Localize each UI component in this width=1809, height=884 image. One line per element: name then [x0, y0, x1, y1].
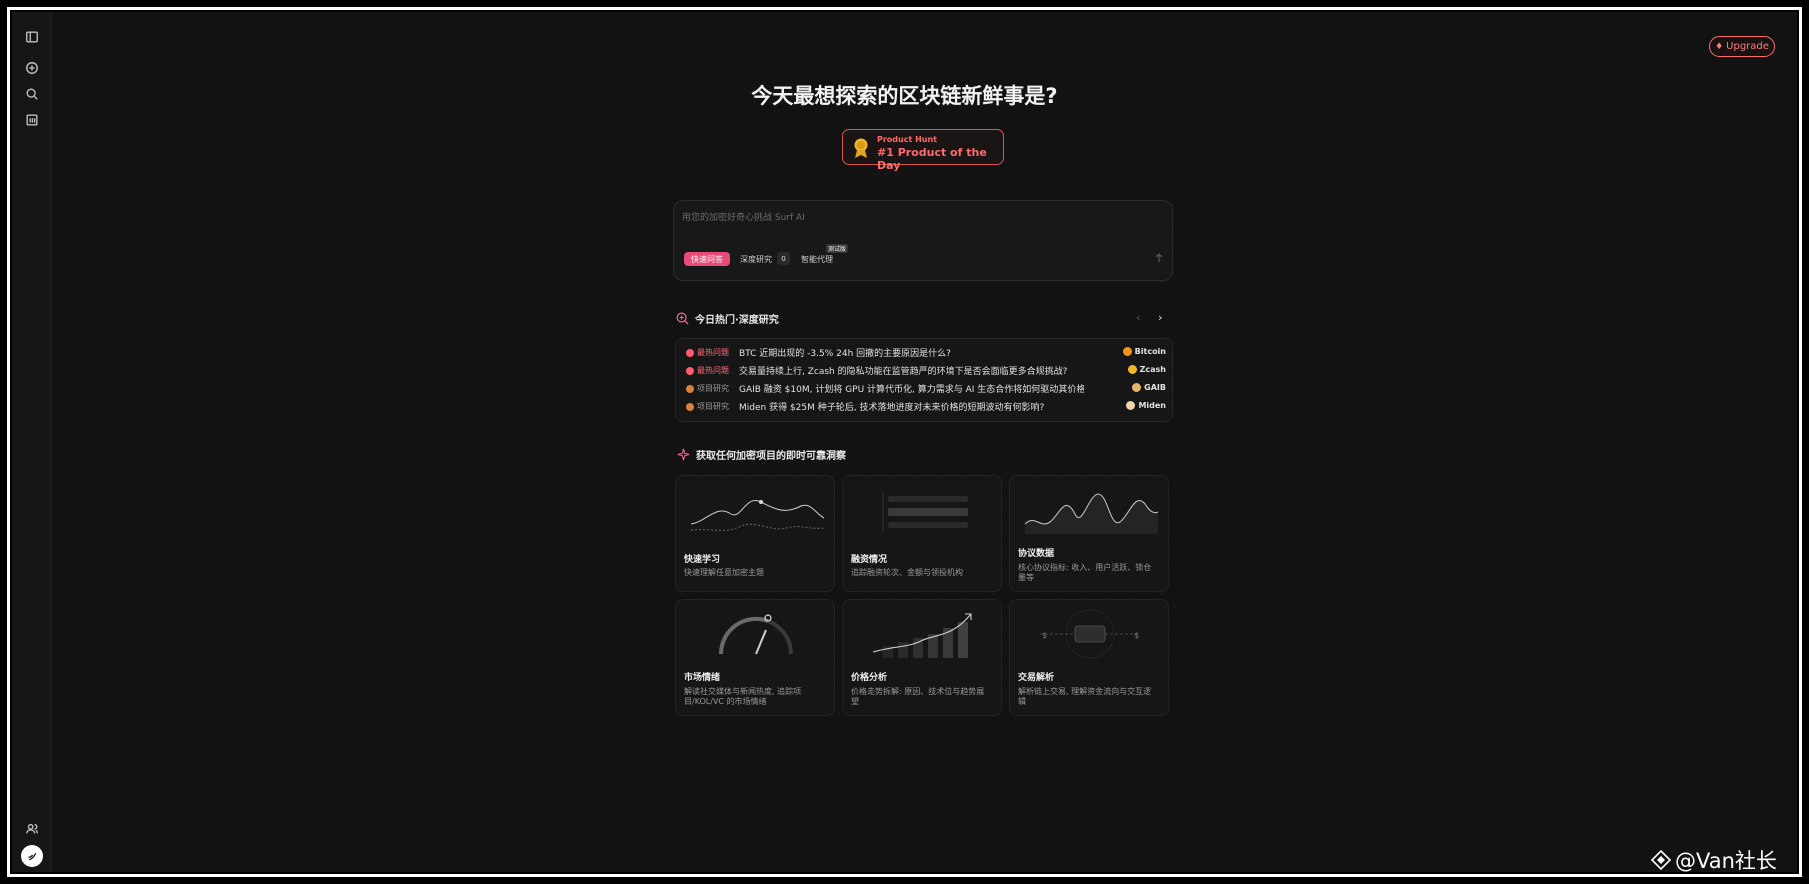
beta-badge: 测试版	[826, 244, 849, 253]
card-protocol-data[interactable]: 协议数据 核心协议指标: 收入、用户活跃、锁仓量等	[1009, 475, 1169, 592]
send-arrow-icon[interactable]	[1152, 251, 1166, 265]
wave-chart-icon	[690, 499, 825, 531]
card-description: 解读社交媒体与新闻热度, 追踪项目/KOL/VC 的市场情绪	[684, 687, 802, 706]
project-icon	[686, 385, 694, 393]
watermark-text: @Van社长	[1675, 849, 1777, 873]
card-title: 协议数据	[1018, 549, 1055, 559]
insights-header: 获取任何加密项目的即时可靠洞察	[677, 447, 846, 462]
user-icon[interactable]	[23, 820, 41, 838]
mode-agent[interactable]: 智能代理	[801, 254, 833, 265]
trending-tag: 项目研究	[697, 384, 729, 393]
sidebar-toggle-icon[interactable]	[23, 28, 41, 46]
card-description: 追踪融资轮次、金额与领投机构	[851, 568, 963, 577]
trending-list: 最热问题 BTC 近期出现的 -3.5% 24h 回撤的主要原因是什么? Bit…	[675, 338, 1173, 422]
card-transaction-analysis[interactable]: $ $ 交易解析 解析链上交易, 理解资金流向与交互逻辑	[1009, 599, 1169, 716]
price-bars-icon	[872, 613, 972, 658]
deep-research-count: 0	[777, 252, 790, 265]
mode-quick-answer[interactable]: 快速问答	[684, 252, 730, 266]
coin-label: Miden	[1126, 401, 1166, 410]
card-description: 价格走势拆解: 原因、技术位与趋势展望	[851, 687, 985, 706]
card-description: 解析链上交易, 理解资金流向与交互逻辑	[1018, 687, 1152, 706]
card-title: 交易解析	[1018, 673, 1055, 683]
miden-icon	[1126, 401, 1136, 410]
trending-item[interactable]: 最热问题 BTC 近期出现的 -3.5% 24h 回撤的主要原因是什么? Bit…	[676, 344, 1174, 362]
watermark: @Van社长	[1650, 845, 1777, 875]
prompt-box: 快速问答 深度研究 0 智能代理 测试版	[673, 200, 1173, 281]
coin-label: GAIB	[1132, 383, 1166, 392]
fire-icon	[686, 367, 694, 375]
surf-logo-icon[interactable]	[21, 845, 43, 867]
coin-label: Bitcoin	[1122, 347, 1166, 356]
upgrade-label: Upgrade	[1726, 41, 1769, 52]
coin-label: Zcash	[1127, 365, 1166, 374]
card-title: 融资情况	[851, 555, 888, 565]
wallet-flow-icon: $ $	[1040, 609, 1140, 659]
product-hunt-label: Product Hunt	[877, 135, 937, 144]
card-title: 快速学习	[684, 555, 721, 565]
card-price-analysis[interactable]: 价格分析 价格走势拆解: 原因、技术位与趋势展望	[842, 599, 1002, 716]
prev-arrow-icon[interactable]: ‹	[1136, 311, 1140, 324]
trending-title: 今日热门·深度研究	[695, 315, 779, 326]
bitcoin-icon	[1122, 347, 1132, 356]
page-title: 今天最想探索的区块链新鲜事是?	[751, 84, 1058, 108]
product-hunt-badge[interactable]: Product Hunt #1 Product of the Day	[842, 129, 1004, 172]
trending-item[interactable]: 项目研究 Miden 获得 $25M 种子轮后, 技术落地进度对未来价格的短期波…	[676, 398, 1174, 416]
fire-icon	[686, 349, 694, 357]
card-description: 快速理解任意加密主题	[684, 568, 764, 577]
card-funding[interactable]: 融资情况 追踪融资轮次、金额与领投机构	[842, 475, 1002, 592]
library-icon[interactable]	[23, 111, 41, 129]
protocol-wave-icon	[1024, 493, 1159, 534]
sidebar	[12, 12, 52, 872]
mode-deep-research[interactable]: 深度研究	[740, 254, 772, 265]
trending-header: 今日热门·深度研究	[676, 311, 779, 326]
zcash-icon	[1127, 365, 1137, 374]
new-chat-icon[interactable]	[23, 59, 41, 77]
card-title: 价格分析	[851, 673, 888, 683]
trending-tag: 最热问题	[697, 348, 729, 357]
insights-title: 获取任何加密项目的即时可靠洞察	[696, 451, 846, 462]
trending-question: 交易量持续上行, Zcash 的隐私功能在监管趋严的环境下是否会面临更多合规挑战…	[739, 367, 1068, 377]
upgrade-button[interactable]: ♦ Upgrade	[1709, 36, 1775, 57]
funding-bars-icon	[882, 492, 968, 532]
trending-tag: 最热问题	[697, 366, 729, 375]
card-market-sentiment[interactable]: 市场情绪 解读社交媒体与新闻热度, 追踪项目/KOL/VC 的市场情绪	[675, 599, 835, 716]
app-window: ♦ Upgrade 今天最想探索的区块链新鲜事是? Product Hunt #…	[12, 12, 1797, 872]
trending-search-icon	[676, 312, 689, 325]
trending-item[interactable]: 最热问题 交易量持续上行, Zcash 的隐私功能在监管趋严的环境下是否会面临更…	[676, 362, 1174, 380]
trending-question: GAIB 融资 $10M, 计划将 GPU 计算代币化, 算力需求与 AI 生态…	[739, 385, 1084, 395]
project-icon	[686, 403, 694, 411]
card-title: 市场情绪	[684, 673, 721, 683]
sparkle-icon	[677, 448, 690, 461]
svg-text:$: $	[1042, 631, 1047, 640]
trending-item[interactable]: 项目研究 GAIB 融资 $10M, 计划将 GPU 计算代币化, 算力需求与 …	[676, 380, 1174, 398]
gem-icon: ♦	[1715, 41, 1724, 52]
prompt-input[interactable]	[682, 209, 1162, 227]
diamond-logo-icon	[1650, 849, 1672, 871]
card-quick-learn[interactable]: 快速学习 快速理解任意加密主题	[675, 475, 835, 592]
medal-icon	[854, 138, 868, 158]
trending-question: BTC 近期出现的 -3.5% 24h 回撤的主要原因是什么?	[739, 349, 951, 359]
trending-tag: 项目研究	[697, 402, 729, 411]
next-arrow-icon[interactable]: ›	[1158, 311, 1162, 324]
product-of-day-label: #1 Product of the Day	[877, 146, 987, 172]
trending-question: Miden 获得 $25M 种子轮后, 技术落地进度对未来价格的短期波动有何影响…	[739, 403, 1045, 413]
gaib-icon	[1132, 383, 1142, 392]
svg-text:$: $	[1134, 631, 1139, 640]
card-description: 核心协议指标: 收入、用户活跃、锁仓量等	[1018, 563, 1152, 582]
gauge-icon	[718, 614, 793, 655]
